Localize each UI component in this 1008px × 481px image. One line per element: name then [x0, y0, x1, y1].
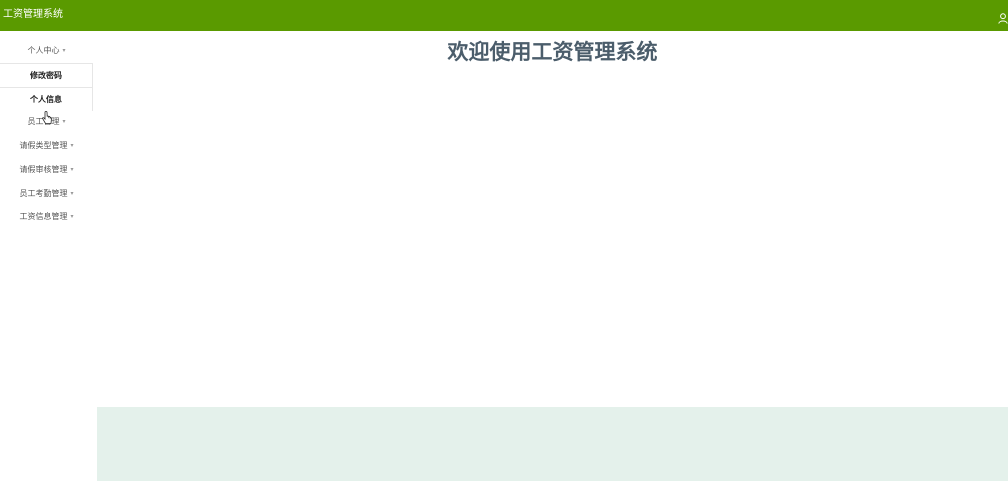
sidebar-item-label: 个人中心: [27, 46, 60, 55]
sidebar-subitem-label: 修改密码: [30, 71, 62, 80]
sidebar-item-attendance-management[interactable]: 员工考勤管理 ▾: [0, 182, 93, 205]
caret-down-icon: ▾: [70, 190, 74, 197]
sidebar-item-salary-management[interactable]: 工资信息管理 ▾: [0, 205, 93, 228]
sidebar-item-personal-center[interactable]: 个人中心 ▾: [0, 39, 93, 62]
caret-down-icon: ▾: [70, 213, 74, 220]
app-title: 工资管理系统: [3, 9, 63, 20]
sidebar-item-leave-review-management[interactable]: 请假审核管理 ▾: [0, 158, 93, 181]
caret-down-icon: ▾: [70, 166, 74, 173]
sidebar-subitem-personal-info[interactable]: 个人信息: [0, 87, 93, 111]
sidebar-subitem-label: 个人信息: [30, 95, 62, 104]
sidebar-subitem-change-password[interactable]: 修改密码: [0, 63, 93, 87]
top-bar: 工资管理系统: [0, 0, 1008, 31]
sidebar-item-label: 请假审核管理: [19, 165, 68, 174]
caret-down-icon: ▾: [70, 142, 74, 149]
caret-down-icon: ▾: [62, 118, 66, 125]
sidebar-item-label: 工资信息管理: [19, 212, 68, 221]
sidebar-item-leave-type-management[interactable]: 请假类型管理 ▾: [0, 134, 93, 157]
sidebar-item-label: 员工考勤管理: [19, 189, 68, 198]
user-icon[interactable]: [998, 9, 1008, 24]
sidebar: 个人中心 ▾ 修改密码 个人信息 员工管理 ▾ 请假类型管理 ▾ 请假审核管理 ▾ 员工…: [0, 31, 97, 481]
welcome-heading: 欢迎使用工资管理系统: [447, 40, 658, 64]
caret-down-icon: ▾: [62, 47, 66, 54]
sidebar-item-label: 请假类型管理: [19, 141, 68, 150]
mouse-cursor-icon: [42, 110, 53, 124]
footer-band: [97, 407, 1008, 481]
